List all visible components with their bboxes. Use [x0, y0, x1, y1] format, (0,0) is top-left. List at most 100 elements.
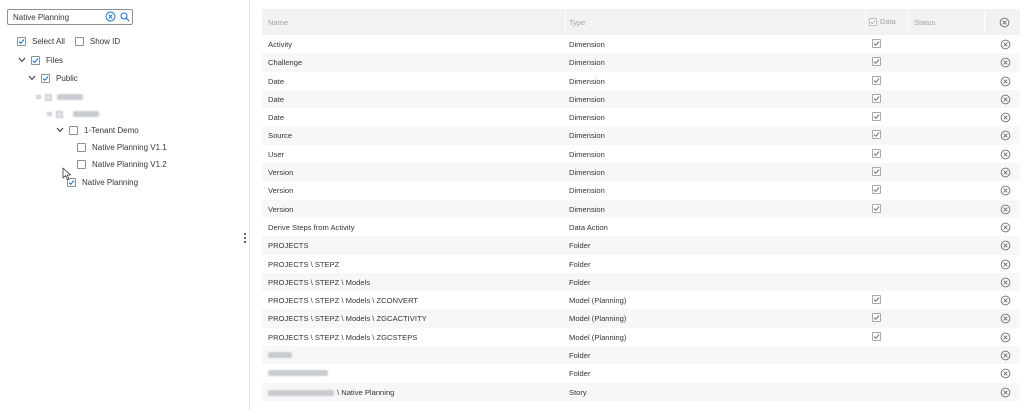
select-all-checkbox[interactable]: Select All Show ID: [17, 34, 120, 48]
tree-node-blurred-1[interactable]: [36, 90, 83, 104]
tree-node-tenant-demo[interactable]: 1-Tenant Demo: [55, 123, 139, 137]
blurred-text: [268, 389, 334, 396]
table-row[interactable]: Activity Dimension: [262, 35, 1020, 53]
remove-row-icon[interactable]: [1000, 185, 1011, 198]
data-checkbox[interactable]: [872, 295, 881, 305]
column-header-status[interactable]: Status: [914, 18, 935, 27]
data-checkbox[interactable]: [872, 331, 881, 341]
cell-name: [268, 351, 292, 360]
checkbox[interactable]: [77, 159, 86, 169]
remove-row-icon[interactable]: [1000, 149, 1011, 162]
show-id-checkbox[interactable]: [74, 36, 84, 46]
search-icon[interactable]: [120, 12, 130, 24]
tree-label-public: Public: [56, 73, 78, 83]
check-icon[interactable]: [869, 17, 877, 26]
remove-all-icon[interactable]: [999, 17, 1010, 30]
data-checkbox[interactable]: [872, 313, 881, 323]
table-row[interactable]: Folder: [262, 364, 1020, 382]
remove-row-icon[interactable]: [1000, 76, 1011, 89]
blurred-text: [268, 370, 328, 377]
blurred-chevron: [36, 95, 41, 99]
remove-row-icon[interactable]: [1000, 112, 1011, 125]
table-row[interactable]: Derive Steps from Activity Data Action: [262, 218, 1020, 236]
checkbox[interactable]: [69, 125, 78, 135]
remove-row-icon[interactable]: [1000, 259, 1011, 272]
data-checkbox[interactable]: [872, 57, 881, 67]
search-input[interactable]: Native Planning: [7, 9, 133, 25]
data-checkbox[interactable]: [872, 167, 881, 177]
remove-row-icon[interactable]: [1000, 167, 1011, 180]
data-checkbox[interactable]: [872, 203, 881, 213]
tree-node-blurred-2[interactable]: [47, 107, 99, 121]
remove-row-icon[interactable]: [1000, 368, 1011, 381]
table-row[interactable]: Date Dimension: [262, 89, 1020, 109]
remove-row-icon[interactable]: [1000, 130, 1011, 143]
remove-row-icon[interactable]: [1000, 222, 1011, 235]
check-icon: [872, 185, 881, 195]
table-row[interactable]: User Dimension: [262, 145, 1020, 163]
table-row[interactable]: PROJECTS Folder: [262, 236, 1020, 255]
mouse-cursor-icon: [62, 167, 71, 181]
table-row[interactable]: PROJECTS \ STEPZ Folder: [262, 255, 1020, 273]
select-all-label: Select All: [32, 36, 65, 46]
column-header-name[interactable]: Name: [268, 18, 288, 27]
table-row[interactable]: Date Dimension: [262, 72, 1020, 90]
data-checkbox[interactable]: [872, 75, 881, 85]
remove-row-icon[interactable]: [1000, 39, 1011, 52]
data-checkbox[interactable]: [872, 112, 881, 122]
remove-row-icon[interactable]: [1000, 332, 1011, 345]
cell-name: Date: [268, 94, 285, 104]
remove-row-icon[interactable]: [1000, 387, 1011, 400]
cell-type: Dimension: [569, 204, 605, 214]
clear-search-icon[interactable]: [105, 11, 116, 24]
data-checkbox[interactable]: [872, 148, 881, 158]
column-header-type[interactable]: Type: [569, 18, 585, 27]
remove-row-icon[interactable]: [1000, 313, 1011, 326]
remove-row-icon[interactable]: [1000, 57, 1011, 70]
tree-node-v11[interactable]: Native Planning V1.1: [77, 140, 167, 154]
check-icon: [872, 57, 881, 67]
table-row[interactable]: Version Dimension: [262, 163, 1020, 182]
chevron-down-icon[interactable]: [27, 74, 36, 83]
blurred-chevron: [47, 112, 52, 116]
chevron-down-icon[interactable]: [17, 56, 26, 65]
blurred-label: [73, 111, 99, 117]
table-row[interactable]: Source Dimension: [262, 126, 1020, 145]
data-checkbox[interactable]: [872, 93, 881, 103]
table-header: Name Type Data Status: [262, 9, 1020, 35]
data-checkbox[interactable]: [872, 185, 881, 195]
tree-node-native-planning[interactable]: Native Planning: [67, 175, 138, 189]
data-checkbox[interactable]: [872, 130, 881, 140]
data-checkbox[interactable]: [872, 39, 881, 48]
checkbox[interactable]: [77, 142, 86, 152]
remove-row-icon[interactable]: [1000, 277, 1011, 290]
table-row[interactable]: Challenge Dimension: [262, 53, 1020, 72]
tree-node-v12[interactable]: Native Planning V1.2: [77, 157, 167, 171]
table-row[interactable]: PROJECTS \ STEPZ \ Models \ ZCONVERT Mode…: [262, 291, 1020, 309]
table-row[interactable]: \ Native Planning Story: [262, 382, 1020, 401]
table-row[interactable]: PROJECTS \ STEPZ \ Models \ ZGCSTEPS Mode…: [262, 328, 1020, 346]
cell-name: PROJECTS \ STEPZ \ Models: [268, 277, 371, 287]
table-row[interactable]: Date Dimension: [262, 108, 1020, 126]
table-row[interactable]: PROJECTS \ STEPZ \ Models \ ZGCACTIVITY M…: [262, 309, 1020, 328]
remove-row-icon[interactable]: [1000, 94, 1011, 107]
table-row[interactable]: Version Dimension: [262, 181, 1020, 199]
drag-handle-icon[interactable]: [244, 233, 247, 245]
remove-row-icon[interactable]: [1000, 295, 1011, 308]
remove-row-icon[interactable]: [1000, 204, 1011, 217]
tree-node-public[interactable]: Public: [27, 71, 78, 85]
table-row[interactable]: Folder: [262, 346, 1020, 365]
column-header-data[interactable]: Data: [869, 17, 896, 26]
tree-label-files: Files: [46, 55, 63, 65]
check-icon[interactable]: [31, 55, 40, 65]
show-id-label: Show ID: [89, 36, 121, 46]
check-icon: [17, 36, 26, 46]
table-row[interactable]: Version Dimension: [262, 199, 1020, 218]
remove-row-icon[interactable]: [1000, 240, 1011, 253]
check-icon[interactable]: [41, 73, 50, 83]
tree-node-files[interactable]: Files: [17, 53, 63, 67]
panel-splitter[interactable]: [236, 0, 250, 410]
remove-row-icon[interactable]: [1000, 350, 1011, 363]
chevron-down-icon[interactable]: [55, 126, 64, 135]
table-row[interactable]: PROJECTS \ STEPZ \ Models Folder: [262, 272, 1020, 292]
